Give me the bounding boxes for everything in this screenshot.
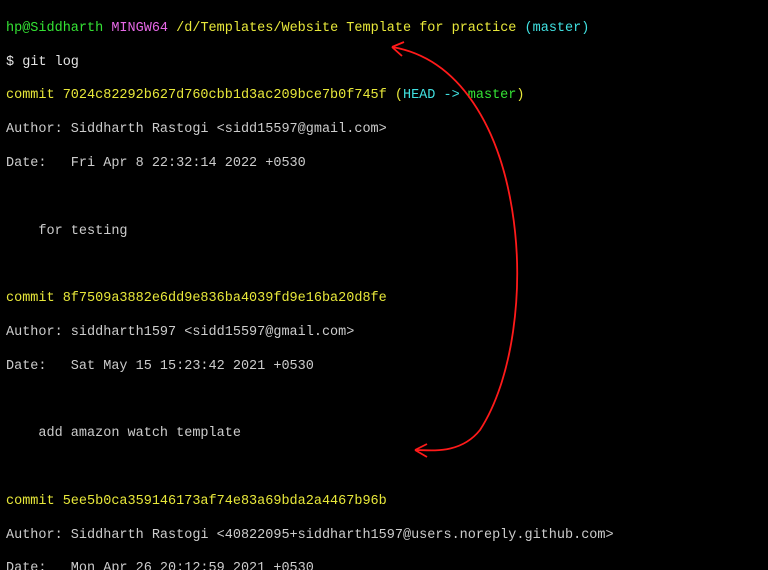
commit-date: Date: Sat May 15 15:23:42 2021 +0530: [6, 359, 762, 376]
blank-line: [6, 257, 762, 274]
commit-hash: commit 7024c82292b627d760cbb1d3ac209bce7…: [6, 88, 387, 103]
blank-line: [6, 460, 762, 477]
commit-date: Date: Fri Apr 8 22:32:14 2022 +0530: [6, 156, 762, 173]
prompt-path: /d/Templates/Website Template for practi…: [176, 21, 516, 36]
prompt-branch: (master): [525, 21, 590, 36]
commit-message: add amazon watch template: [6, 426, 762, 443]
prompt-env: MINGW64: [111, 21, 168, 36]
blank-line: [6, 190, 762, 207]
commit-line: commit 8f7509a3882e6dd9e836ba4039fd9e16b…: [6, 291, 762, 308]
commit-line: commit 5ee5b0ca359146173af74e83a69bda2a4…: [6, 494, 762, 511]
blank-line: [6, 392, 762, 409]
commit-line: commit 7024c82292b627d760cbb1d3ac209bce7…: [6, 88, 762, 105]
commit-author: Author: Siddharth Rastogi <sidd15597@gma…: [6, 122, 762, 139]
refs-head: HEAD ->: [403, 88, 468, 103]
refs-branch: master: [468, 88, 517, 103]
prompt-line: hp@Siddharth MINGW64 /d/Templates/Websit…: [6, 21, 762, 38]
commit-date: Date: Mon Apr 26 20:12:59 2021 +0530: [6, 561, 762, 570]
git-log-command: $ git log: [6, 55, 762, 72]
refs-close: ): [516, 88, 524, 103]
commit-author: Author: siddharth1597 <sidd15597@gmail.c…: [6, 325, 762, 342]
commit-message: for testing: [6, 224, 762, 241]
terminal-viewport[interactable]: hp@Siddharth MINGW64 /d/Templates/Websit…: [0, 0, 768, 570]
commit-author: Author: Siddharth Rastogi <40822095+sidd…: [6, 528, 762, 545]
refs-open: (: [387, 88, 403, 103]
prompt-user-host: hp@Siddharth: [6, 21, 103, 36]
